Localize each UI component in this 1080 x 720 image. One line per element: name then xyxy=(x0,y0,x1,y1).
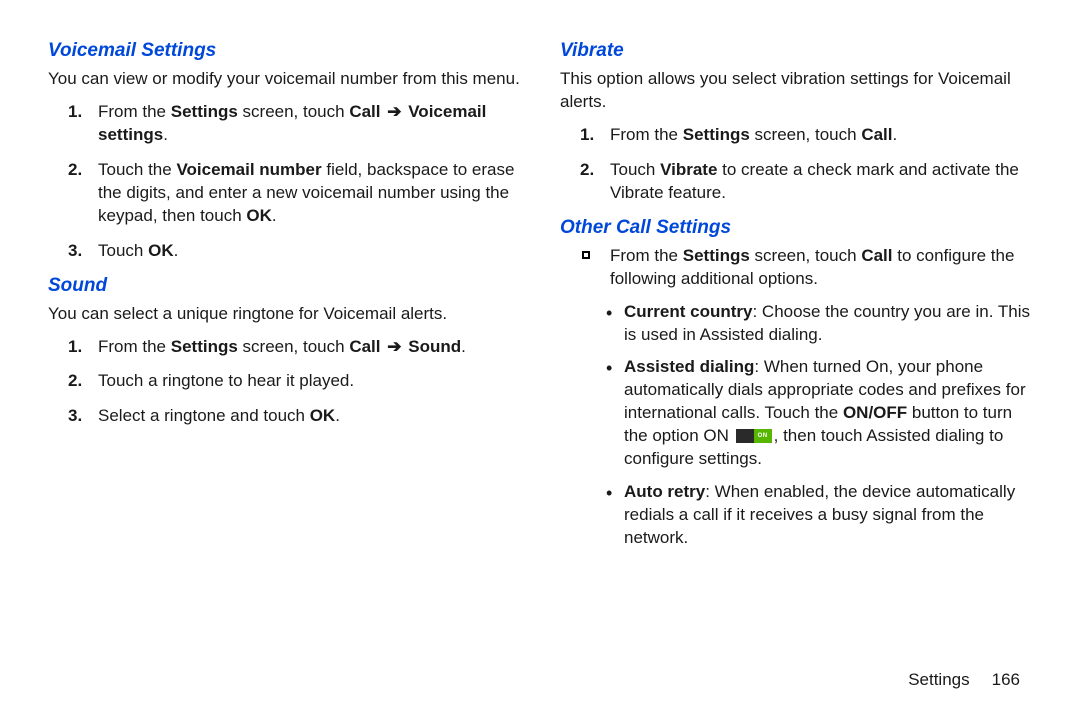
page-number: 166 xyxy=(992,670,1020,689)
voicemail-step-1: From the Settings screen, touch Call ➔ V… xyxy=(48,101,520,147)
sound-step-1: From the Settings screen, touch Call ➔ S… xyxy=(48,336,520,359)
option-auto-retry: Auto retry: When enabled, the device aut… xyxy=(560,481,1032,550)
vibrate-steps: From the Settings screen, touch Call. To… xyxy=(560,124,1032,205)
on-off-toggle-icon: ON xyxy=(736,429,772,443)
sound-step-2: Touch a ringtone to hear it played. xyxy=(48,370,520,393)
right-column: Vibrate This option allows you select vi… xyxy=(560,40,1032,690)
other-call-options: Current country: Choose the country you … xyxy=(560,301,1032,550)
arrow-icon: ➔ xyxy=(385,337,403,356)
vibrate-step-1: From the Settings screen, touch Call. xyxy=(560,124,1032,147)
voicemail-step-2: Touch the Voicemail number field, backsp… xyxy=(48,159,520,228)
voicemail-steps: From the Settings screen, touch Call ➔ V… xyxy=(48,101,520,263)
page-footer: Settings 166 xyxy=(908,670,1020,690)
heading-other-call-settings: Other Call Settings xyxy=(560,217,1032,239)
sound-step-3: Select a ringtone and touch OK. xyxy=(48,405,520,428)
sound-intro: You can select a unique ringtone for Voi… xyxy=(48,303,520,326)
other-call-lead: From the Settings screen, touch Call to … xyxy=(560,245,1032,291)
vibrate-intro: This option allows you select vibration … xyxy=(560,68,1032,114)
heading-sound: Sound xyxy=(48,275,520,297)
sound-steps: From the Settings screen, touch Call ➔ S… xyxy=(48,336,520,429)
option-assisted-dialing: Assisted dialing: When turned On, your p… xyxy=(560,356,1032,471)
voicemail-intro: You can view or modify your voicemail nu… xyxy=(48,68,520,91)
vibrate-step-2: Touch Vibrate to create a check mark and… xyxy=(560,159,1032,205)
voicemail-step-3: Touch OK. xyxy=(48,240,520,263)
heading-vibrate: Vibrate xyxy=(560,40,1032,62)
left-column: Voicemail Settings You can view or modif… xyxy=(48,40,520,690)
option-current-country: Current country: Choose the country you … xyxy=(560,301,1032,347)
heading-voicemail-settings: Voicemail Settings xyxy=(48,40,520,62)
footer-section: Settings xyxy=(908,670,969,689)
manual-page: Voicemail Settings You can view or modif… xyxy=(0,0,1080,720)
other-call-lead-item: From the Settings screen, touch Call to … xyxy=(560,245,1032,291)
arrow-icon: ➔ xyxy=(385,102,403,121)
